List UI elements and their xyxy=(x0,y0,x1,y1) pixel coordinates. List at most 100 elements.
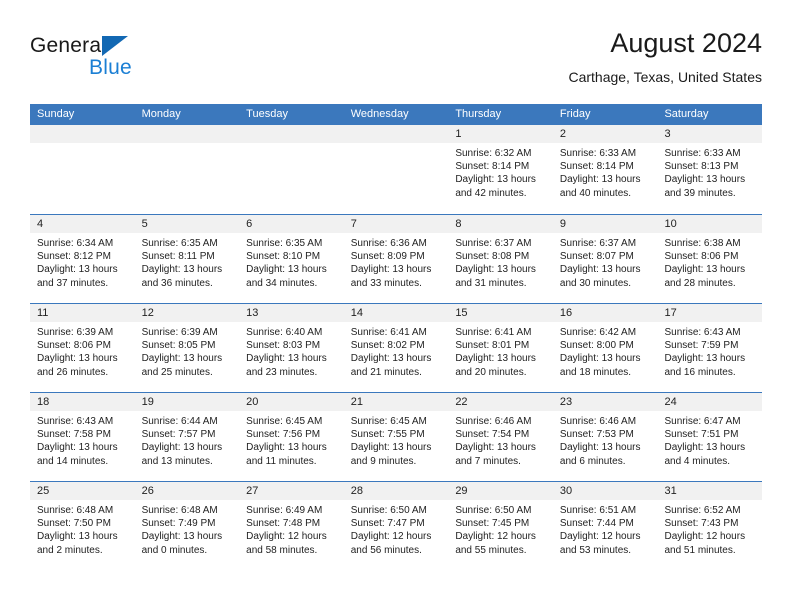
sunrise-time: Sunrise: 6:48 AM xyxy=(37,505,114,516)
day-number-strip: 19 xyxy=(134,393,240,411)
calendar-day-cell[interactable]: 24 Sunrise: 6:47 AM Sunset: 7:51 PM Dayligh… xyxy=(657,393,763,481)
calendar-day-cell[interactable]: 28 Sunrise: 6:50 AM Sunset: 7:47 PM Dayligh… xyxy=(343,482,449,570)
daylight-duration-line1: Daylight: 12 hours xyxy=(455,531,536,543)
day-header-monday: Monday xyxy=(141,108,181,120)
calendar-day-cell[interactable]: 16 Sunrise: 6:42 AM Sunset: 8:00 PM Dayligh… xyxy=(552,304,658,392)
daylight-duration-line1: Daylight: 13 hours xyxy=(664,264,746,276)
sunset-time: Sunset: 7:51 PM xyxy=(664,429,739,441)
daylight-duration-line2: and 4 minutes. xyxy=(664,455,731,467)
day-sun-info: Sunrise: 6:36 AM Sunset: 8:09 PM Daylight:… xyxy=(344,233,449,290)
daylight-duration-line1: Daylight: 13 hours xyxy=(141,442,223,454)
daylight-duration-line2: and 16 minutes. xyxy=(664,366,736,378)
calendar-day-cell[interactable]: 31 Sunrise: 6:52 AM Sunset: 7:43 PM Dayligh… xyxy=(657,482,763,570)
calendar-day-cell[interactable]: 17 Sunrise: 6:43 AM Sunset: 7:59 PM Dayligh… xyxy=(657,304,763,392)
calendar-day-cell[interactable]: 15 Sunrise: 6:41 AM Sunset: 8:01 PM Dayligh… xyxy=(448,304,553,392)
sunset-time: Sunset: 7:54 PM xyxy=(455,429,530,441)
calendar-day-cell[interactable]: 26 Sunrise: 6:48 AM Sunset: 7:49 PM Dayligh… xyxy=(134,482,240,570)
sunset-time: Sunset: 8:08 PM xyxy=(455,251,530,263)
calendar-day-cell[interactable]: 8 Sunrise: 6:37 AM Sunset: 8:08 PM Daylight… xyxy=(448,215,553,303)
calendar-day-cell[interactable]: 19 Sunrise: 6:44 AM Sunset: 7:57 PM Dayligh… xyxy=(134,393,240,481)
calendar-day-cell[interactable]: 23 Sunrise: 6:46 AM Sunset: 7:53 PM Dayligh… xyxy=(552,393,658,481)
day-number: 3 xyxy=(664,128,671,140)
sunset-time: Sunset: 8:07 PM xyxy=(559,251,634,263)
day-of-week-header-row: Sunday Monday Tuesday Wednesday Thursday… xyxy=(30,104,762,125)
calendar-day-cell[interactable]: 4 Sunrise: 6:34 AM Sunset: 8:12 PM Daylight… xyxy=(30,215,135,303)
day-number: 11 xyxy=(37,307,49,319)
day-number-strip xyxy=(343,125,449,143)
day-number-strip: 30 xyxy=(552,482,658,500)
sunset-time: Sunset: 7:50 PM xyxy=(37,518,111,530)
daylight-duration-line2: and 55 minutes. xyxy=(455,544,527,556)
daylight-duration-line1: Daylight: 13 hours xyxy=(455,264,536,276)
day-number: 31 xyxy=(664,485,677,497)
daylight-duration-line2: and 28 minutes. xyxy=(664,277,736,289)
sunrise-time: Sunrise: 6:40 AM xyxy=(246,327,323,338)
day-number-strip: 22 xyxy=(448,393,553,411)
calendar-week-row: 4 Sunrise: 6:34 AM Sunset: 8:12 PM Daylight… xyxy=(30,214,763,303)
daylight-duration-line2: and 30 minutes. xyxy=(559,277,632,289)
daylight-duration-line2: and 26 minutes. xyxy=(37,366,109,378)
daylight-duration-line1: Daylight: 13 hours xyxy=(37,353,118,365)
calendar-day-cell[interactable]: 12 Sunrise: 6:39 AM Sunset: 8:05 PM Dayligh… xyxy=(134,304,240,392)
calendar-day-cell[interactable]: 13 Sunrise: 6:40 AM Sunset: 8:03 PM Dayligh… xyxy=(239,304,344,392)
calendar-day-cell[interactable]: 6 Sunrise: 6:35 AM Sunset: 8:10 PM Daylight… xyxy=(239,215,344,303)
daylight-duration-line2: and 25 minutes. xyxy=(141,366,213,378)
day-number-strip: 23 xyxy=(552,393,658,411)
day-number-strip: 25 xyxy=(30,482,135,500)
calendar-day-cell[interactable]: 9 Sunrise: 6:37 AM Sunset: 8:07 PM Daylight… xyxy=(552,215,658,303)
daylight-duration-line1: Daylight: 13 hours xyxy=(37,442,118,454)
calendar-week-row: 18 Sunrise: 6:43 AM Sunset: 7:58 PM Dayligh… xyxy=(30,392,763,481)
day-number-strip: 7 xyxy=(343,215,449,233)
calendar-day-cell[interactable]: 1 Sunrise: 6:32 AM Sunset: 8:14 PM Daylight… xyxy=(448,125,553,214)
day-number: 27 xyxy=(246,485,259,497)
calendar-day-cell[interactable]: 30 Sunrise: 6:51 AM Sunset: 7:44 PM Dayligh… xyxy=(552,482,658,570)
sunrise-time: Sunrise: 6:46 AM xyxy=(559,416,637,427)
general-blue-logo[interactable]: General Blue xyxy=(30,34,240,90)
calendar-day-cell[interactable]: 3 Sunrise: 6:33 AM Sunset: 8:13 PM Daylight… xyxy=(657,125,763,214)
calendar-day-cell[interactable]: 20 Sunrise: 6:45 AM Sunset: 7:56 PM Dayligh… xyxy=(239,393,344,481)
calendar-day-cell[interactable]: 29 Sunrise: 6:50 AM Sunset: 7:45 PM Dayligh… xyxy=(448,482,553,570)
calendar-day-cell[interactable]: 7 Sunrise: 6:36 AM Sunset: 8:09 PM Daylight… xyxy=(343,215,449,303)
sunset-time: Sunset: 7:58 PM xyxy=(37,429,111,441)
calendar-day-cell[interactable]: 10 Sunrise: 6:38 AM Sunset: 8:06 PM Dayligh… xyxy=(657,215,763,303)
calendar-day-cell[interactable]: 14 Sunrise: 6:41 AM Sunset: 8:02 PM Dayligh… xyxy=(343,304,449,392)
calendar-day-cell[interactable]: 11 Sunrise: 6:39 AM Sunset: 8:06 PM Dayligh… xyxy=(30,304,135,392)
day-number: 23 xyxy=(559,396,573,408)
daylight-duration-line2: and 2 minutes. xyxy=(37,544,103,556)
day-number: 4 xyxy=(37,218,44,230)
daylight-duration-line2: and 6 minutes. xyxy=(559,455,626,467)
daylight-duration-line1: Daylight: 12 hours xyxy=(246,531,327,543)
calendar-day-cell[interactable]: 27 Sunrise: 6:49 AM Sunset: 7:48 PM Dayligh… xyxy=(239,482,344,570)
day-number-strip: 17 xyxy=(657,304,763,322)
sunrise-time: Sunrise: 6:41 AM xyxy=(455,327,532,338)
daylight-duration-line2: and 23 minutes. xyxy=(246,366,318,378)
day-number: 16 xyxy=(559,307,573,319)
day-number-strip: 28 xyxy=(343,482,449,500)
calendar-day-cell[interactable]: 22 Sunrise: 6:46 AM Sunset: 7:54 PM Dayligh… xyxy=(448,393,553,481)
sunset-time: Sunset: 7:49 PM xyxy=(141,518,216,530)
sunset-time: Sunset: 8:03 PM xyxy=(246,340,321,352)
sunset-time: Sunset: 7:47 PM xyxy=(350,518,425,530)
calendar-day-cell[interactable]: 18 Sunrise: 6:43 AM Sunset: 7:58 PM Dayligh… xyxy=(30,393,135,481)
calendar-day-cell[interactable]: 5 Sunrise: 6:35 AM Sunset: 8:11 PM Daylight… xyxy=(134,215,240,303)
daylight-duration-line1: Daylight: 13 hours xyxy=(559,442,641,454)
calendar-day-cell-empty xyxy=(30,125,135,214)
day-sun-info: Sunrise: 6:42 AM Sunset: 8:00 PM Daylight:… xyxy=(553,322,658,379)
day-sun-info: Sunrise: 6:47 AM Sunset: 7:51 PM Daylight:… xyxy=(657,411,762,468)
calendar-day-cell[interactable]: 2 Sunrise: 6:33 AM Sunset: 8:14 PM Daylight… xyxy=(552,125,658,214)
daylight-duration-line1: Daylight: 13 hours xyxy=(141,353,223,365)
daylight-duration-line1: Daylight: 13 hours xyxy=(664,353,746,365)
daylight-duration-line2: and 34 minutes. xyxy=(246,277,318,289)
calendar-day-cell[interactable]: 25 Sunrise: 6:48 AM Sunset: 7:50 PM Dayligh… xyxy=(30,482,135,570)
daylight-duration-line2: and 21 minutes. xyxy=(350,366,422,378)
sunset-time: Sunset: 8:10 PM xyxy=(246,251,321,263)
sunrise-time: Sunrise: 6:35 AM xyxy=(246,238,323,249)
daylight-duration-line2: and 39 minutes. xyxy=(664,187,736,199)
day-number-strip: 2 xyxy=(552,125,658,143)
day-number-strip: 11 xyxy=(30,304,135,322)
daylight-duration-line1: Daylight: 13 hours xyxy=(559,353,641,365)
day-number-strip: 26 xyxy=(134,482,240,500)
calendar-day-cell[interactable]: 21 Sunrise: 6:45 AM Sunset: 7:55 PM Dayligh… xyxy=(343,393,449,481)
day-header-sunday: Sunday xyxy=(37,108,75,120)
sunrise-time: Sunrise: 6:42 AM xyxy=(559,327,637,338)
